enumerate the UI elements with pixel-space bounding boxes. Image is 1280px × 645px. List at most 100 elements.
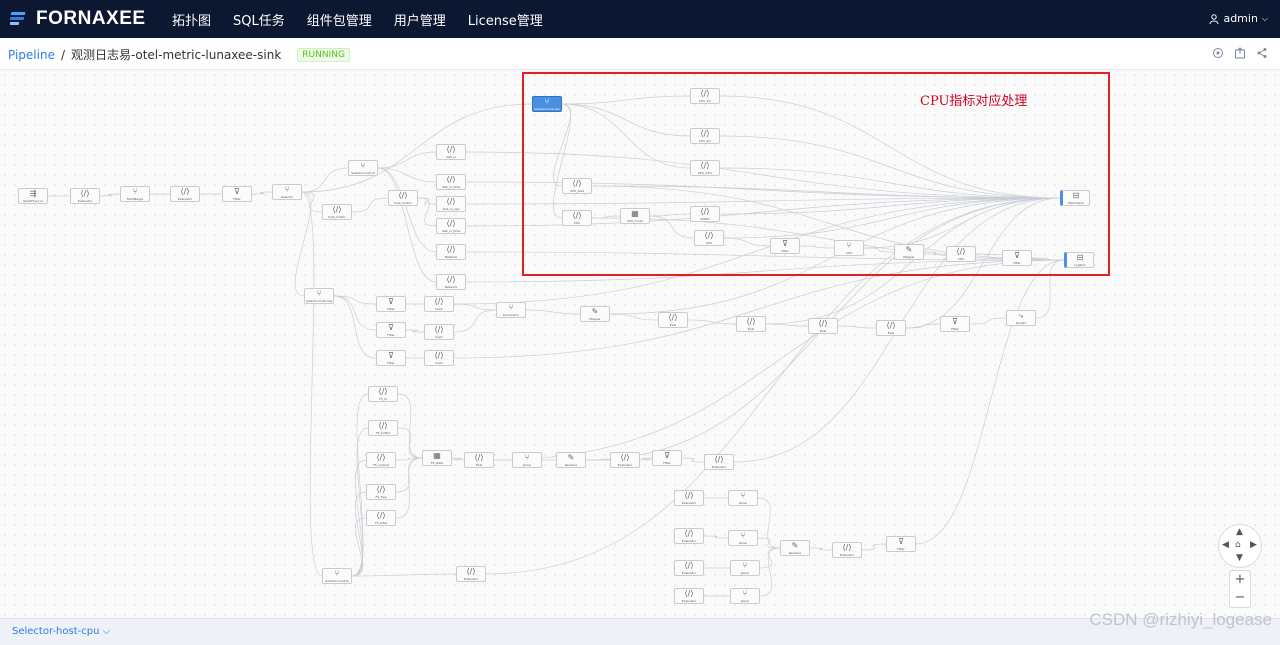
pan-down-icon[interactable]: ▼	[1236, 554, 1243, 563]
pipeline-node[interactable]: ⟨/⟩ FS_cached	[366, 452, 396, 468]
pipeline-node[interactable]: ⟨/⟩ CPU	[694, 230, 724, 246]
pipeline-node[interactable]: ⑂ FieldMerge	[120, 186, 150, 202]
nav-sql-tasks[interactable]: SQL任务	[233, 10, 285, 29]
pipeline-node[interactable]: ⊽ Filter	[376, 350, 406, 366]
pan-up-icon[interactable]: ▲	[1236, 528, 1243, 537]
selected-node-dropdown[interactable]: Selector-host-cpu ⌵	[12, 626, 110, 637]
pipeline-node[interactable]: ⟨/⟩ Eval	[808, 318, 838, 334]
pipeline-node[interactable]: ⟨/⟩ Evaluator	[456, 566, 486, 582]
pipeline-node[interactable]: ⊽ Filter	[770, 238, 800, 254]
pipeline-node[interactable]: ⇶ OpAbFSource	[18, 188, 48, 204]
pipeline-node[interactable]: ⑂ Selector-host-mem	[304, 288, 334, 304]
pipeline-node[interactable]: ⟨/⟩ disk_io_ops	[436, 196, 466, 212]
pipeline-node[interactable]: ⟨/⟩ FS_free	[366, 484, 396, 500]
node-label: host_metric	[328, 215, 346, 219]
breadcrumb-pipeline-link[interactable]: Pipeline	[8, 48, 55, 62]
pipeline-node[interactable]: ⑂ Dimension	[496, 302, 526, 318]
pipeline-node[interactable]: ⑂ Joiner	[730, 560, 760, 576]
pipeline-node[interactable]: ⟨/⟩ Network	[436, 274, 466, 290]
pipeline-node[interactable]: ⟨/⟩ Eval	[876, 320, 906, 336]
pipeline-node[interactable]: ⟨/⟩ Evaluator	[170, 186, 200, 202]
nav-topology[interactable]: 拓扑图	[172, 10, 211, 29]
pan-control[interactable]: ▲ ◀ ⌂ ▶ ▼	[1218, 524, 1262, 568]
pipeline-node[interactable]: ✎ Mapper	[580, 306, 610, 322]
pipeline-node[interactable]: ⟨/⟩ mem	[424, 296, 454, 312]
zoom-in-button[interactable]: +	[1230, 571, 1250, 589]
pipeline-node[interactable]: ⟨/⟩ host_metric	[322, 204, 352, 220]
pipeline-node[interactable]: ⑂ Selector-host-cpu	[532, 96, 562, 112]
pipeline-node[interactable]: ▦ CPU_mode	[620, 208, 650, 224]
pipeline-node[interactable]: ⟨/⟩ FS_buffer	[368, 420, 398, 436]
pipeline-node[interactable]: ⟨/⟩ Evaluator	[832, 542, 862, 558]
export-icon[interactable]	[1234, 47, 1246, 59]
pipeline-node[interactable]: ⊟ MetricSink	[1060, 190, 1090, 206]
pipeline-node[interactable]: ⟨/⟩ Eval	[658, 312, 688, 328]
pipeline-node[interactable]: ⟨/⟩ NUMA	[690, 206, 720, 222]
pipeline-node[interactable]: ⟨/⟩ disk_io_time	[436, 218, 466, 234]
node-label: Evaluator	[681, 501, 697, 505]
pipeline-node[interactable]: ⟨/⟩ Eval	[464, 452, 494, 468]
pipeline-node[interactable]: ⊽ Filter	[886, 536, 916, 552]
pipeline-node[interactable]: ⟨/⟩ CPU_15m	[690, 160, 720, 176]
pipeline-node[interactable]: ⊽ Filter	[1002, 250, 1032, 266]
nav-license-management[interactable]: License管理	[468, 10, 543, 29]
pipeline-node[interactable]: ✎ Rename	[780, 540, 810, 556]
pipeline-node[interactable]: ⟨/⟩ Evaluator	[674, 490, 704, 506]
pipeline-node[interactable]: ⟨/⟩ disk_io_time	[436, 174, 466, 190]
split-icon: ⑂	[360, 161, 366, 170]
share-icon[interactable]	[1256, 47, 1268, 59]
pipeline-node[interactable]: ⟨/⟩ host_metric	[388, 190, 418, 206]
pipeline-node[interactable]: ⟨/⟩ Evaluator	[674, 528, 704, 544]
zoom-out-button[interactable]: −	[1230, 589, 1250, 607]
pipeline-node[interactable]: ⟨/⟩ disk_io	[436, 144, 466, 160]
pipeline-node[interactable]: ⑂ Joiner	[728, 530, 758, 546]
pipeline-node[interactable]: ⊟ LogSink	[1064, 252, 1094, 268]
pipeline-node[interactable]: ⊽ Filter	[376, 322, 406, 338]
nav-user-management[interactable]: 用户管理	[394, 10, 446, 29]
pipeline-node[interactable]: ✎ Rename	[556, 452, 586, 468]
pipeline-node[interactable]: ⊽ Filter	[652, 450, 682, 466]
split-icon: ⑂	[846, 241, 852, 250]
pipeline-node[interactable]: ⑂ Joiner	[728, 490, 758, 506]
pipeline-edge	[759, 547, 781, 597]
pipeline-node[interactable]: ⟨/⟩ mem	[424, 324, 454, 340]
nav-component-packages[interactable]: 组件包管理	[307, 10, 372, 29]
pipeline-node[interactable]: ⟨/⟩ mem	[424, 350, 454, 366]
pipeline-node[interactable]: ⑂ Joiner	[730, 588, 760, 604]
pipeline-canvas[interactable]: CPU指标对应处理 ⇶ OpAbFSource ⟨/⟩ Evaluator ⑂ Field…	[0, 70, 1280, 618]
pipeline-node[interactable]: ⟨/⟩ CPU_1m	[690, 88, 720, 104]
pipeline-node[interactable]: ⑂ Selector-host-m	[348, 160, 378, 176]
pipeline-node[interactable]: ⑂ CPU	[834, 240, 864, 256]
pipeline-node[interactable]: ⟨/⟩ CPU_5m	[690, 128, 720, 144]
pipeline-node[interactable]: ⟨/⟩ Evaluator	[704, 454, 734, 470]
pipeline-node[interactable]: ⟨/⟩ FS_total	[366, 510, 396, 526]
pipeline-node[interactable]: ⟨/⟩ CPU_load	[562, 178, 592, 194]
pipeline-node[interactable]: ⟨/⟩ Evaluator	[674, 560, 704, 576]
pipeline-node[interactable]: ⊽ Filter	[222, 186, 252, 202]
code-icon: ⟨/⟩	[446, 219, 456, 228]
pipeline-node[interactable]: ⑂ Selector-host-fs	[322, 568, 352, 584]
pipeline-node[interactable]: ⊽ Filter	[376, 296, 406, 312]
pipeline-node[interactable]: ⟨/⟩ Eval	[736, 316, 766, 332]
user-menu[interactable]: admin ⌵	[1209, 12, 1268, 25]
pan-left-icon[interactable]: ◀	[1222, 541, 1229, 550]
target-icon[interactable]	[1212, 47, 1224, 59]
pipeline-node[interactable]: ⟨/⟩ FS_fs	[368, 386, 398, 402]
code-icon: ⟨/⟩	[446, 145, 456, 154]
pipeline-node[interactable]: ⟨/⟩ Evaluator	[674, 588, 704, 604]
pipeline-node[interactable]: ⟨/⟩ Evaluator	[610, 452, 640, 468]
pipeline-node[interactable]: ⟨/⟩ Evaluator	[70, 188, 100, 204]
brand-logo[interactable]: FORNAXEE	[10, 8, 146, 30]
pipeline-node[interactable]: ⑂ Selector	[272, 184, 302, 200]
pipeline-node[interactable]: ⑂ Joiner	[512, 452, 542, 468]
pipeline-node[interactable]: ⟨/⟩ Network	[436, 244, 466, 260]
pipeline-node[interactable]: ⟨/⟩ CPU	[946, 246, 976, 262]
pipeline-node[interactable]: ⟨/⟩ CPU	[562, 210, 592, 226]
pan-right-icon[interactable]: ▶	[1250, 541, 1257, 550]
pipeline-node[interactable]: ▦ FS_stats	[422, 450, 452, 466]
chart-icon: ▦	[631, 209, 639, 218]
pipeline-node[interactable]: ⊽ Filter	[940, 316, 970, 332]
pipeline-node[interactable]: ⤷ Router	[1006, 310, 1036, 326]
home-icon[interactable]: ⌂	[1235, 541, 1241, 550]
pipeline-node[interactable]: ✎ Mapper	[894, 244, 924, 260]
